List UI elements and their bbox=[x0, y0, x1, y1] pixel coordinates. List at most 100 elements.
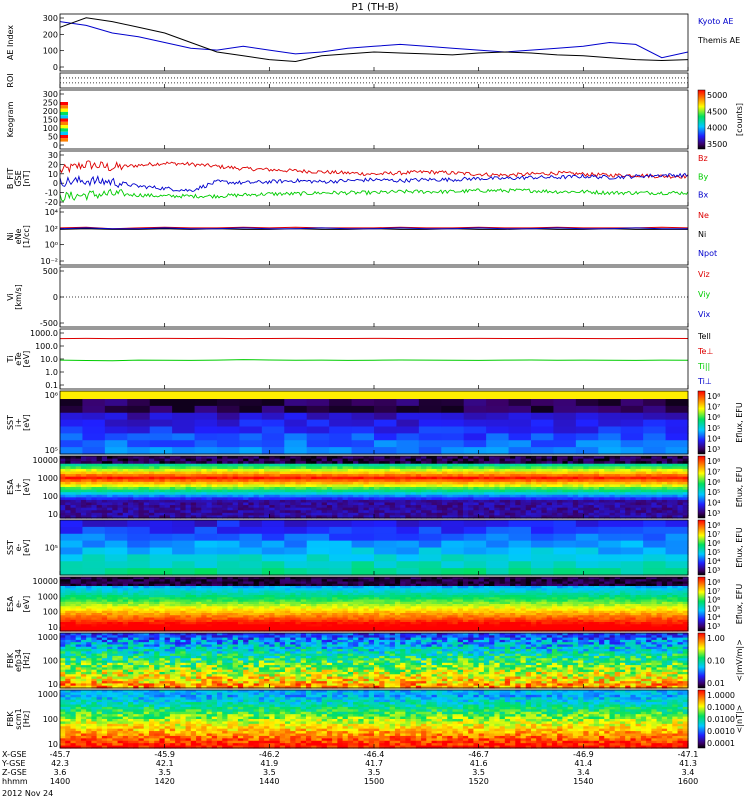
sst_e-cell bbox=[195, 527, 218, 534]
sst_i-cell bbox=[127, 406, 150, 413]
temperature-ytick-label: 1.0 bbox=[45, 368, 58, 377]
sst_i-cell bbox=[239, 440, 262, 447]
sst_i-cell bbox=[105, 427, 128, 434]
sst_i-cell bbox=[621, 420, 644, 427]
sst_i-cell bbox=[374, 427, 397, 434]
sst_i-cell bbox=[531, 440, 554, 447]
sst_i-cell bbox=[374, 447, 397, 454]
bfield-ytick-label: -20 bbox=[45, 198, 58, 207]
sst_e-cell bbox=[284, 548, 307, 555]
sst_e-cell bbox=[239, 534, 262, 541]
sst_e-cell bbox=[239, 541, 262, 548]
panel-velocity: Vi [km/s]5000-500VizViyVix bbox=[6, 267, 711, 328]
sst_e-cell bbox=[262, 534, 285, 541]
sst_i-cell bbox=[60, 420, 83, 427]
plot-title: P1 (TH-B) bbox=[351, 2, 398, 13]
sst_e-cell bbox=[666, 527, 689, 534]
sst_i-cell bbox=[172, 440, 195, 447]
density-plot-area bbox=[60, 208, 688, 265]
sst_e-cell bbox=[105, 527, 128, 534]
sst_e-cell bbox=[643, 548, 666, 555]
sst_i-cell bbox=[217, 447, 240, 454]
sst_i-cell bbox=[172, 413, 195, 420]
sst_e-cell bbox=[486, 527, 509, 534]
sst_e-cell bbox=[352, 554, 375, 561]
sst_e-cell bbox=[217, 534, 240, 541]
sst_i-cell bbox=[307, 413, 330, 420]
sst_e-cell bbox=[217, 554, 240, 561]
sst_i-cell bbox=[486, 399, 509, 406]
sst_e-cell bbox=[598, 568, 621, 575]
sst_i-cell bbox=[262, 440, 285, 447]
sst_e-cell bbox=[329, 554, 352, 561]
sst_e-cell bbox=[127, 541, 150, 548]
sst_i-cell bbox=[82, 406, 105, 413]
sst_e-cell bbox=[486, 554, 509, 561]
sst_i-cell bbox=[127, 427, 150, 434]
sst_e-cell bbox=[396, 534, 419, 541]
sst_i-cell bbox=[419, 420, 442, 427]
sst_e-cell bbox=[374, 548, 397, 555]
sst_i-cell bbox=[150, 427, 173, 434]
sst_e-cell bbox=[127, 527, 150, 534]
sst_e-cell bbox=[105, 520, 128, 527]
sst_i-cell bbox=[643, 406, 666, 413]
sst_e-cell bbox=[60, 568, 83, 575]
sst_e-cell bbox=[486, 520, 509, 527]
panel-sst_e: SST e- [eV] 10⁵10⁸10⁷10⁶10⁵10⁴10³Eflux, EFU bbox=[6, 520, 744, 576]
sst_i-ytick-label: 10⁶ bbox=[45, 391, 58, 400]
sst_e-cell bbox=[643, 554, 666, 561]
sst_i-cell bbox=[195, 440, 218, 447]
sst_e-cell bbox=[239, 548, 262, 555]
sst_e-colorbar-label: Eflux, EFU bbox=[735, 527, 744, 568]
sst_i-cell bbox=[464, 399, 487, 406]
sst_i-cell bbox=[217, 440, 240, 447]
sst_e-cell bbox=[441, 541, 464, 548]
sst_i-cell bbox=[486, 406, 509, 413]
sst_e-cell bbox=[509, 548, 532, 555]
sst_i-cell bbox=[666, 427, 689, 434]
sst_e-cell bbox=[531, 527, 554, 534]
sst_e-cell bbox=[127, 548, 150, 555]
sst_e-cell bbox=[598, 541, 621, 548]
bfield-ytick-label: 20 bbox=[48, 160, 58, 169]
sst_i-colorbar bbox=[698, 391, 705, 454]
sst_e-cell bbox=[374, 527, 397, 534]
sst_i-cell bbox=[553, 406, 576, 413]
sst_i-cell bbox=[172, 447, 195, 454]
temperature-series-2 bbox=[60, 360, 688, 361]
esa_i-colorbar-tick: 10³ bbox=[707, 509, 720, 518]
sst_e-cell bbox=[352, 520, 375, 527]
sst_e-cell bbox=[150, 554, 173, 561]
sst_i-cell bbox=[621, 447, 644, 454]
sst_i-cell bbox=[598, 399, 621, 406]
sst_i-cell bbox=[195, 427, 218, 434]
sst_i-cell bbox=[486, 420, 509, 427]
sst_i-cell bbox=[509, 447, 532, 454]
sst_e-cell bbox=[239, 568, 262, 575]
sst_i-cell bbox=[329, 440, 352, 447]
sst_e-cell bbox=[464, 554, 487, 561]
sst_i-cell bbox=[621, 440, 644, 447]
sst_e-ytick-label: 10⁵ bbox=[45, 544, 58, 553]
sst_e-cell bbox=[666, 568, 689, 575]
sst_i-colorbar-tick: 10⁶ bbox=[707, 413, 720, 422]
sst_i-colorbar-tick: 10⁸ bbox=[707, 392, 720, 401]
sst_i-cell bbox=[643, 427, 666, 434]
sst_i-cell bbox=[239, 406, 262, 413]
keogram-cell bbox=[60, 128, 68, 131]
sst_e-cell bbox=[509, 527, 532, 534]
sst_e-cell bbox=[666, 534, 689, 541]
sst_e-cell bbox=[531, 534, 554, 541]
density-ytick-label: 10⁰ bbox=[45, 241, 58, 250]
sst_e-cell bbox=[352, 527, 375, 534]
keogram-plot-area bbox=[60, 90, 688, 149]
panel-roi: ROI bbox=[6, 73, 688, 88]
keogram-spectrogram bbox=[60, 102, 68, 142]
sst_e-cell bbox=[60, 541, 83, 548]
sst_i-cell bbox=[262, 413, 285, 420]
sst_i-cell bbox=[419, 447, 442, 454]
sst_i-cell bbox=[643, 413, 666, 420]
sst_i-cell bbox=[441, 440, 464, 447]
sst_e-cell bbox=[150, 527, 173, 534]
